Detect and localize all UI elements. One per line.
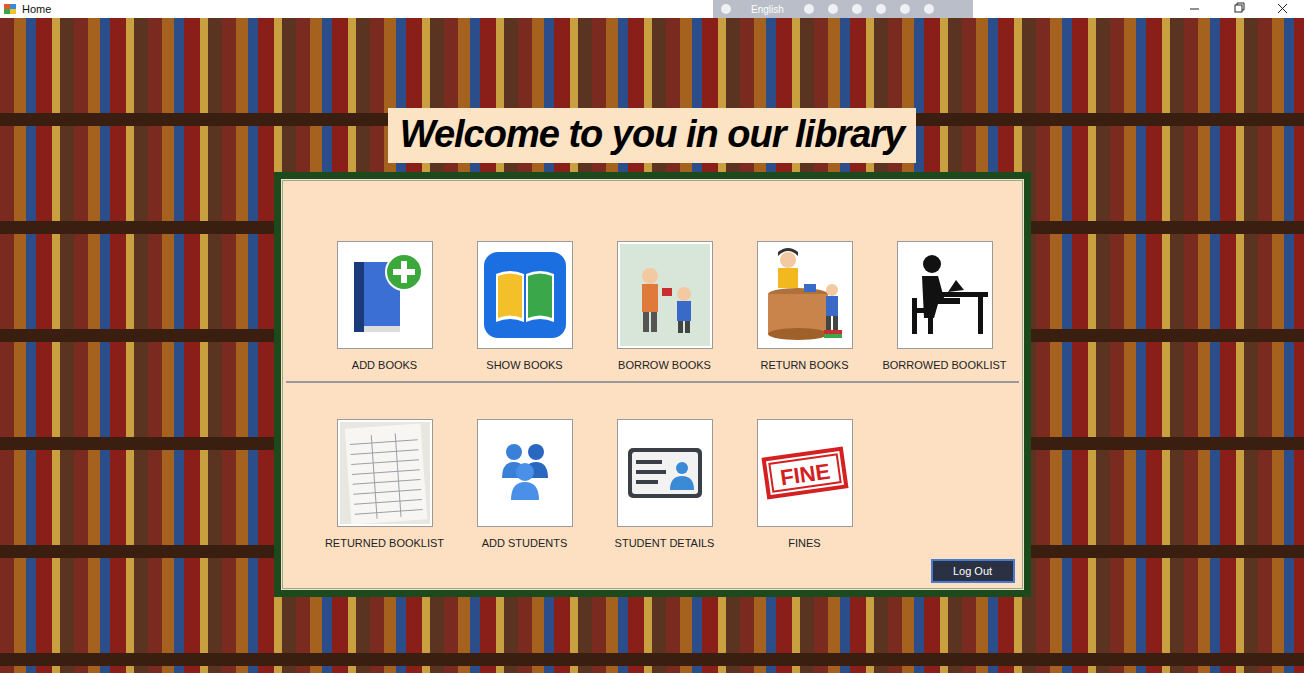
tile-image[interactable] xyxy=(337,241,433,349)
tile-image[interactable] xyxy=(897,241,993,349)
window-title: Home xyxy=(22,3,51,15)
welcome-banner: Welcome to you in our library xyxy=(388,108,917,163)
keyboard-icon[interactable] xyxy=(804,4,814,14)
tile-image[interactable] xyxy=(337,419,433,527)
menu-row: RETURNED BOOKLIST ADD STUDENTS STUDENT DET… xyxy=(286,383,1019,550)
app-icon xyxy=(3,2,17,16)
tile-image[interactable] xyxy=(617,419,713,527)
tile-image[interactable] xyxy=(757,241,853,349)
close-icon[interactable] xyxy=(1260,0,1304,18)
menu-tile[interactable]: RETURN BOOKS xyxy=(735,241,875,372)
ledger-sheet-icon xyxy=(338,420,432,526)
tile-label[interactable]: FINES xyxy=(788,537,820,550)
tile-image[interactable] xyxy=(617,241,713,349)
row-separator xyxy=(286,381,1019,383)
id-card-icon xyxy=(618,420,712,526)
menu-panel: ADD BOOKS SHOW BOOKS BORROW BOOKS RETURN BO… xyxy=(274,172,1031,597)
tile-label[interactable]: RETURN BOOKS xyxy=(760,359,848,372)
fine-stamp-text: FINE xyxy=(778,459,831,491)
edit-icon[interactable] xyxy=(876,4,886,14)
open-book-icon xyxy=(478,242,572,348)
bookshelf-background: Welcome to you in our library ADD BOOKS SH… xyxy=(0,18,1304,673)
menu-tile[interactable]: BORROW BOOKS xyxy=(595,241,735,372)
tile-label[interactable]: SHOW BOOKS xyxy=(486,359,562,372)
tile-label[interactable]: BORROWED BOOKLIST xyxy=(882,359,1006,372)
logout-button[interactable]: Log Out xyxy=(931,559,1015,583)
tile-label[interactable]: ADD STUDENTS xyxy=(482,537,568,550)
window-controls xyxy=(1172,0,1304,18)
borrowing-children-icon xyxy=(618,242,712,348)
maximize-icon[interactable] xyxy=(1216,0,1260,18)
title-bar: Home xyxy=(0,0,1304,18)
help-icon[interactable] xyxy=(900,4,910,14)
tile-label[interactable]: BORROW BOOKS xyxy=(618,359,711,372)
menu-row: ADD BOOKS SHOW BOOKS BORROW BOOKS RETURN BO… xyxy=(286,179,1019,372)
minimize-icon[interactable] xyxy=(1172,0,1216,18)
tile-label[interactable]: RETURNED BOOKLIST xyxy=(325,537,444,550)
menu-tile[interactable]: FINE FINES xyxy=(735,419,875,550)
tile-image[interactable]: FINE xyxy=(757,419,853,527)
menu-tile[interactable]: BORROWED BOOKLIST xyxy=(875,241,1015,372)
tile-image[interactable] xyxy=(477,419,573,527)
home-window: Home English Welcome to you in our library… xyxy=(0,0,1304,673)
add-book-icon xyxy=(338,242,432,348)
panel-footer: Log Out xyxy=(286,559,1019,583)
reader-at-desk-icon xyxy=(898,242,992,348)
tool-icon[interactable] xyxy=(828,4,838,14)
menu-tile[interactable]: RETURNED BOOKLIST xyxy=(315,419,455,550)
language-label[interactable]: English xyxy=(745,4,790,15)
menu-tile[interactable]: SHOW BOOKS xyxy=(455,241,595,372)
tile-label[interactable]: STUDENT DETAILS xyxy=(615,537,715,550)
fine-stamp-icon: FINE xyxy=(758,420,852,526)
students-group-icon xyxy=(478,420,572,526)
librarian-desk-icon xyxy=(758,242,852,348)
menu-tile[interactable]: ADD STUDENTS xyxy=(455,419,595,550)
language-bar-icon[interactable] xyxy=(721,4,731,14)
options-icon[interactable] xyxy=(924,4,934,14)
language-bar: English xyxy=(713,0,973,18)
menu-tile[interactable]: ADD BOOKS xyxy=(315,241,455,372)
tile-image[interactable] xyxy=(477,241,573,349)
tile-label[interactable]: ADD BOOKS xyxy=(352,359,417,372)
settings-icon[interactable] xyxy=(852,4,862,14)
menu-tile[interactable]: STUDENT DETAILS xyxy=(595,419,735,550)
